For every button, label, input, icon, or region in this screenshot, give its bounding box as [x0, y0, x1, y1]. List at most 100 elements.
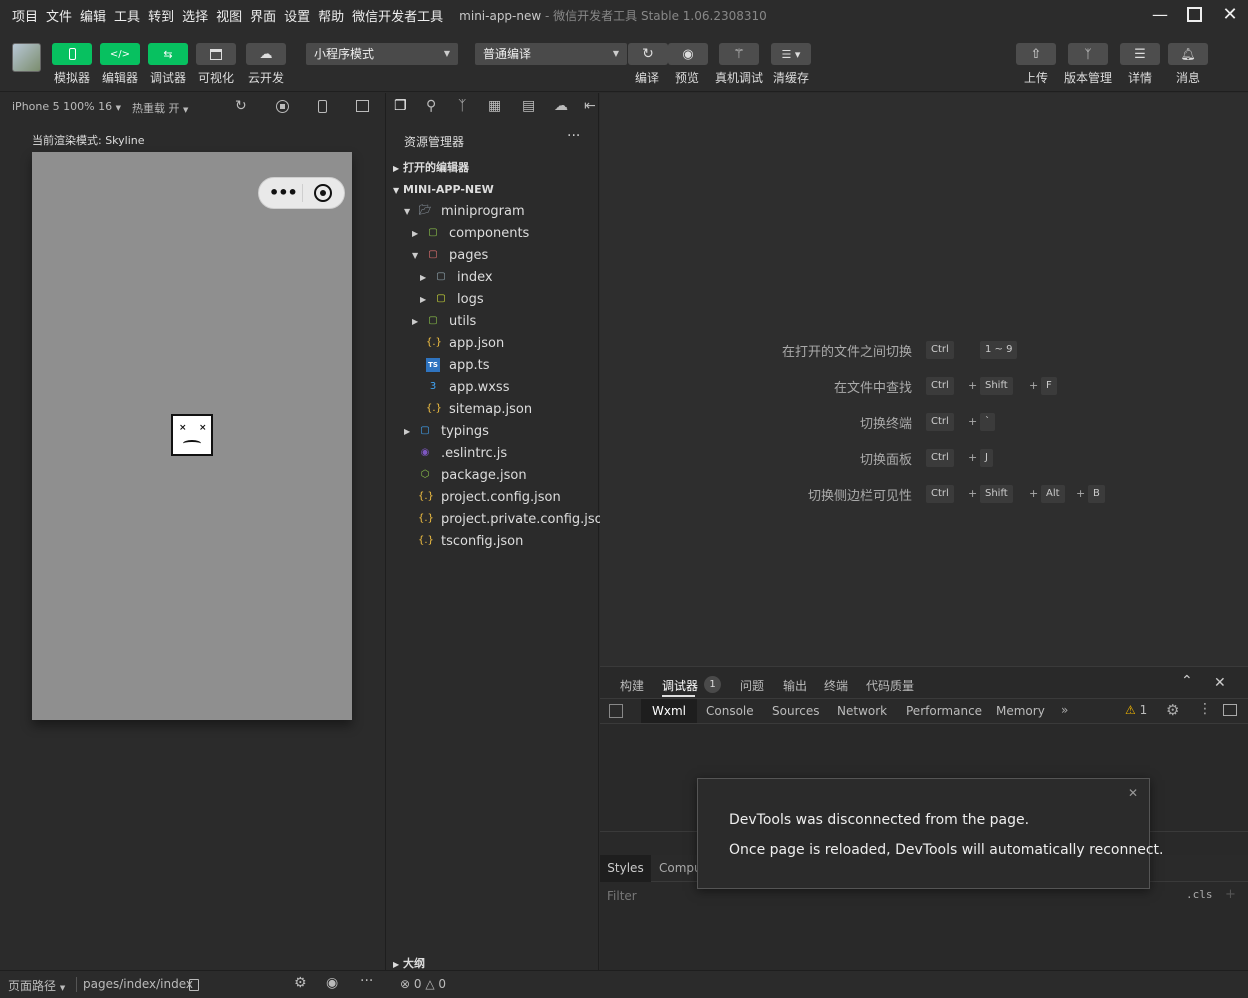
tree-folder[interactable]: ▼ ▢ pages [386, 245, 600, 267]
close-window-button[interactable]: ✕ [1220, 6, 1240, 24]
upload-button[interactable]: ⇧ [1016, 43, 1056, 65]
tree-file[interactable]: {.} app.json [386, 333, 600, 355]
search-icon[interactable]: ⚲ [426, 98, 436, 114]
editor-toggle-button[interactable]: </> [100, 43, 140, 65]
tree-file[interactable]: TS app.ts [386, 355, 600, 377]
tree-folder[interactable]: ▶ ▢ typings [386, 421, 600, 443]
details-button[interactable]: ☰ [1120, 43, 1160, 65]
close-icon[interactable]: ✕ [1128, 786, 1138, 800]
warning-indicator[interactable]: ⚠ 1 [1125, 703, 1147, 717]
tree-file[interactable]: {.} sitemap.json [386, 399, 600, 421]
menu-item[interactable]: 编辑 [80, 6, 106, 25]
devtools-tab[interactable]: Memory [996, 704, 1045, 718]
device-select[interactable]: iPhone 5 100% 16 ▼ [12, 100, 121, 113]
debugger-toggle-button[interactable]: ⇆ [148, 43, 188, 65]
devtools-tab[interactable]: Console [706, 704, 754, 718]
mode-select[interactable]: 小程序模式 ▼ [306, 43, 458, 65]
version-button[interactable]: ᛉ [1068, 43, 1108, 65]
tree-folder[interactable]: ▶ ▢ logs [386, 289, 600, 311]
tree-folder[interactable]: ▶ ▢ index [386, 267, 600, 289]
add-style-icon[interactable]: + [1225, 887, 1236, 902]
real-debug-button[interactable]: ⚚ [719, 43, 759, 65]
devtools-tab[interactable]: Sources [772, 704, 819, 718]
tree-file[interactable]: {.} project.private.config.json [386, 509, 611, 531]
more-icon[interactable]: ··· [360, 973, 373, 989]
menu-item[interactable]: 帮助 [318, 6, 344, 25]
kebab-menu-icon[interactable]: ⋮ [1198, 701, 1212, 717]
problems-indicator[interactable]: ⊗ 0 △ 0 [400, 977, 446, 991]
stop-icon[interactable] [276, 100, 289, 113]
menu-item[interactable]: 界面 [250, 6, 276, 25]
more-tabs-button[interactable]: » [1061, 703, 1068, 717]
devtools-tab[interactable]: Wxml [652, 704, 686, 718]
close-miniprogram-icon[interactable] [314, 184, 332, 202]
compile-button[interactable]: ↻ [628, 43, 668, 65]
panel-tab[interactable]: 构建 [620, 677, 644, 694]
menu-item[interactable]: 项目 [12, 6, 38, 25]
tree-file[interactable]: ⬡ package.json [386, 465, 600, 487]
maximize-button[interactable] [1184, 6, 1204, 24]
tree-item-label: .eslintrc.js [441, 446, 508, 461]
tree-file[interactable]: {.} project.config.json [386, 487, 600, 509]
tree-folder[interactable]: ▶ ▢ components [386, 223, 600, 245]
menu-item[interactable]: 转到 [148, 6, 174, 25]
source-control-icon[interactable]: ᛉ [458, 98, 466, 114]
messages-button[interactable]: 🔔︎ [1168, 43, 1208, 65]
menu-item[interactable]: 文件 [46, 6, 72, 25]
capsule-menu[interactable]: ••• [258, 177, 345, 209]
panel-tab[interactable]: 问题 [740, 677, 764, 694]
tree-folder[interactable]: ▶ ▢ utils [386, 311, 600, 333]
computed-tab[interactable]: Compu [659, 861, 702, 875]
more-icon[interactable]: ··· [567, 128, 580, 144]
devtools-tab[interactable]: Performance [906, 704, 982, 718]
settings-icon[interactable]: ⚙ [1166, 701, 1179, 719]
filter-input[interactable]: Filter [607, 889, 637, 903]
devtools-tab[interactable]: Network [837, 704, 887, 718]
page-path-select[interactable]: 页面路径 ▼ [8, 977, 65, 994]
open-editors-section[interactable]: ▶ 打开的编辑器 [386, 157, 600, 179]
preview-button[interactable]: ◉ [668, 43, 708, 65]
menu-item[interactable]: 微信开发者工具 [352, 6, 443, 25]
panel-tab[interactable]: 调试器 [662, 677, 698, 694]
popout-icon[interactable] [356, 100, 369, 112]
styles-tab[interactable]: Styles [600, 855, 651, 882]
copy-icon[interactable] [189, 979, 199, 991]
collapse-sidebar-icon[interactable]: ⇤ [584, 98, 596, 114]
tree-file[interactable]: ◉ .eslintrc.js [386, 443, 600, 465]
storage-icon[interactable]: ▤ [522, 98, 535, 114]
chevron-up-icon[interactable]: ⌃ [1181, 673, 1193, 689]
project-section[interactable]: ▼ MINI-APP-NEW [386, 179, 600, 201]
hot-reload-select[interactable]: 热重载 开 ▼ [132, 100, 188, 116]
tree-folder[interactable]: ▼ 📂︎ miniprogram [386, 201, 600, 223]
tree-file[interactable]: {.} tsconfig.json [386, 531, 600, 553]
phone-icon[interactable] [318, 100, 327, 113]
files-icon[interactable]: ❐ [394, 98, 407, 114]
menu-item[interactable]: 工具 [114, 6, 140, 25]
panel-tab[interactable]: 输出 [783, 677, 807, 694]
panel-tab[interactable]: 终端 [824, 677, 848, 694]
close-icon[interactable]: ✕ [1214, 675, 1226, 691]
cloud-button[interactable]: ☁ [246, 43, 286, 65]
json-file-icon: {.} [426, 337, 442, 348]
visual-button[interactable] [196, 43, 236, 65]
shortcut-plus: + [1076, 487, 1086, 500]
bug-icon[interactable]: ⚙ [294, 975, 307, 991]
menu-item[interactable]: 视图 [216, 6, 242, 25]
menu-item[interactable]: 设置 [284, 6, 310, 25]
cls-button[interactable]: .cls [1186, 888, 1213, 901]
clear-cache-button[interactable]: ☰ ▾ [771, 43, 811, 65]
extensions-icon[interactable]: ▦ [488, 98, 501, 114]
menu-item[interactable]: 选择 [182, 6, 208, 25]
rotate-icon[interactable]: ↻ [235, 98, 247, 114]
project-avatar[interactable] [12, 43, 41, 72]
docker-icon[interactable]: ☁ [554, 98, 568, 114]
simulator-toggle-button[interactable] [52, 43, 92, 65]
panel-tab[interactable]: 代码质量 [866, 677, 914, 694]
inspect-icon[interactable] [609, 704, 623, 718]
compile-mode-select[interactable]: 普通编译 ▼ [475, 43, 627, 65]
more-icon[interactable]: ••• [269, 183, 298, 202]
minimize-button[interactable]: — [1150, 6, 1170, 24]
tree-file[interactable]: 3 app.wxss [386, 377, 600, 399]
dock-icon[interactable] [1223, 704, 1237, 716]
eye-icon[interactable]: ◉ [326, 975, 338, 991]
